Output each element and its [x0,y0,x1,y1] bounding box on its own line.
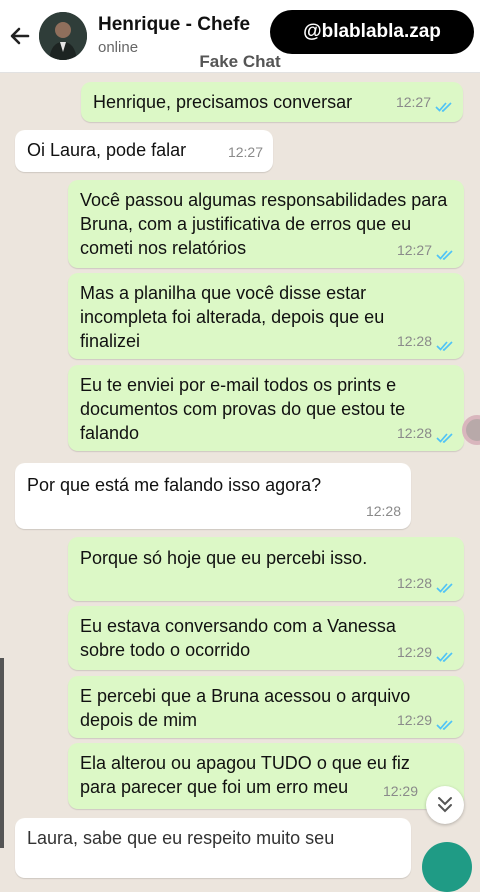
message-bubble-outgoing[interactable]: Você passou algumas responsabilidades pa… [68,180,464,268]
message-bubble-outgoing[interactable]: Eu estava conversando com a Vanessa sobr… [68,606,464,670]
message-time: 12:27 [227,144,263,160]
message-time: 12:28 [396,425,432,441]
floating-action-button[interactable] [422,842,472,892]
read-ticks-icon [436,335,454,352]
message-bubble-outgoing[interactable]: Mas a planilha que você disse estar inco… [68,273,464,359]
read-ticks-icon [436,577,454,594]
scroll-to-bottom-button[interactable] [426,786,464,824]
read-ticks-icon [435,96,453,113]
message-time: 12:28 [365,503,401,519]
read-ticks-icon [436,244,454,261]
floating-bubble-handle[interactable] [462,415,480,445]
message-time: 12:27 [395,94,431,110]
message-text: Por que está me falando isso agora? [27,475,322,495]
message-bubble-outgoing[interactable]: Henrique, precisamos conversar 12:27 [81,82,463,122]
message-text: Laura, sabe que eu respeito muito seu [27,828,335,848]
message-text: Mas a planilha que você disse estar inco… [80,283,385,351]
edge-scroll-indicator [0,658,4,848]
message-meta: 12:29 [397,640,454,664]
message-bubble-outgoing[interactable]: E percebi que a Bruna acessou o arquivo … [68,676,464,738]
message-bubble-outgoing[interactable]: Ela alterou ou apagou TUDO o que eu fiz … [68,743,464,809]
message-meta: 12:27 [396,90,453,114]
message-bubble-outgoing[interactable]: Porque só hoje que eu percebi isso. 12:2… [68,537,464,601]
arrow-left-icon[interactable] [6,22,34,50]
message-meta: 12:28 [397,421,454,445]
message-meta: 12:28 [397,329,454,353]
read-ticks-icon [436,646,454,663]
read-ticks-icon [436,714,454,731]
message-text: Porque só hoje que eu percebi isso. [80,548,368,568]
message-text: Eu estava conversando com a Vanessa sobr… [80,616,396,660]
message-meta: 12:28 [366,499,401,523]
double-chevron-down-icon [438,797,452,813]
message-time: 12:28 [396,575,432,591]
message-meta: 12:27 [397,238,454,262]
message-bubble-incoming[interactable]: Laura, sabe que eu respeito muito seu [15,818,411,878]
message-meta: 12:28 [397,571,454,595]
fake-chat-caption: Fake Chat [199,52,281,71]
watermark-badge: @blablabla.zap [270,10,474,54]
message-text: Oi Laura, pode falar [27,140,187,160]
message-time: 12:29 [382,783,418,799]
contact-name[interactable]: Henrique - Chefe [98,14,250,36]
message-time: 12:28 [396,333,432,349]
message-meta: 12:29 [397,708,454,732]
message-meta: 12:27 [228,140,263,164]
message-time: 12:29 [396,712,432,728]
message-text: Henrique, precisamos conversar [93,92,353,112]
message-meta: 12:29 [383,779,418,803]
message-bubble-outgoing[interactable]: Eu te enviei por e-mail todos os prints … [68,365,464,451]
read-ticks-icon [436,427,454,444]
message-bubble-incoming[interactable]: Oi Laura, pode falar 12:27 [15,130,273,172]
message-bubble-incoming[interactable]: Por que está me falando isso agora? 12:2… [15,463,411,529]
message-text: E percebi que a Bruna acessou o arquivo … [80,686,411,730]
message-time: 12:27 [396,242,432,258]
message-time: 12:29 [396,644,432,660]
